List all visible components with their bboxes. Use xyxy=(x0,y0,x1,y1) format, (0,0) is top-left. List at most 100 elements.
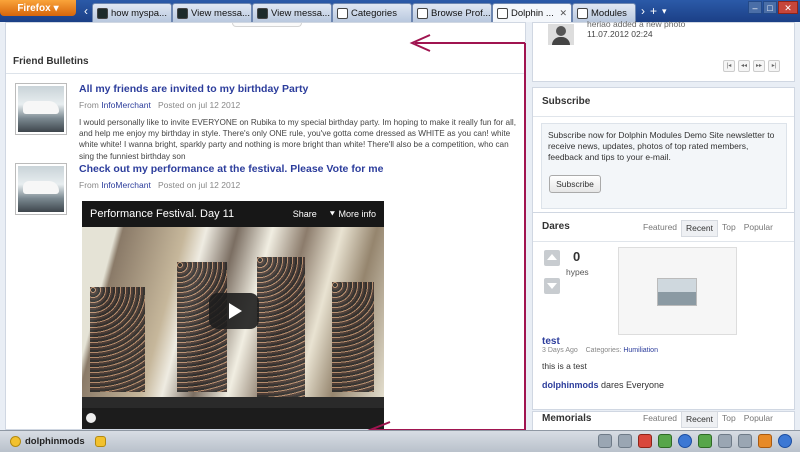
prev-page-icon[interactable]: ◂◂ xyxy=(738,60,750,72)
tab-recent[interactable]: Recent xyxy=(681,411,718,428)
folder-icon[interactable] xyxy=(598,434,612,448)
dare-user-link[interactable]: dolphinmods xyxy=(542,380,599,390)
alert-icon[interactable] xyxy=(638,434,652,448)
tab-popular[interactable]: Popular xyxy=(740,411,777,428)
status-emoticon-icon[interactable] xyxy=(94,436,106,447)
page-favicon-icon xyxy=(577,7,588,19)
video-share-button[interactable]: Share xyxy=(293,209,317,219)
posted-date: Posted on jul 12 2012 xyxy=(157,180,241,190)
video-header: Performance Festival. Day 11 Share ⯆ Mor… xyxy=(82,201,384,227)
section-divider xyxy=(6,73,525,74)
crowd-image xyxy=(257,257,305,397)
tab-dolphin[interactable]: Dolphin ... ✕ xyxy=(492,3,572,22)
site-favicon-icon xyxy=(177,7,188,19)
video-progress-bar[interactable] xyxy=(82,408,384,429)
bulletin-thumbnail[interactable] xyxy=(15,163,67,215)
tab-label: View messa... xyxy=(271,7,330,19)
dare-thumbnail[interactable] xyxy=(618,247,737,335)
category-link[interactable]: Humiliation xyxy=(623,347,658,354)
user-icon[interactable] xyxy=(678,434,692,448)
tab-label: Browse Prof... xyxy=(431,7,491,19)
hype-label: hypes xyxy=(566,267,589,277)
car-icon[interactable] xyxy=(718,434,732,448)
bulletin-meta: From InfoMerchant Posted on jul 12 2012 xyxy=(79,180,521,190)
tab-browse-profiles[interactable]: Browse Prof... xyxy=(412,3,492,22)
scroll-tabs-right-icon[interactable]: › xyxy=(641,4,645,18)
firefox-menu-button[interactable]: Firefox ▾ xyxy=(0,0,76,16)
new-tab-icon[interactable]: + xyxy=(650,4,657,18)
subscribe-panel: Subscribe now for Dolphin Modules Demo S… xyxy=(541,123,787,209)
subscribe-title: Subscribe xyxy=(542,96,591,107)
smiley-icon xyxy=(10,436,21,447)
maximize-icon[interactable]: □ xyxy=(763,1,777,14)
power-icon[interactable] xyxy=(778,434,792,448)
firefox-button-label: Firefox xyxy=(17,2,51,14)
status-user[interactable]: dolphinmods xyxy=(10,436,106,447)
list-tabs-icon[interactable]: ▾ xyxy=(662,6,667,17)
bulletin-text: I would personally like to invite EVERYO… xyxy=(79,118,517,161)
first-page-icon[interactable]: |◂ xyxy=(723,60,735,72)
notes-icon[interactable] xyxy=(758,434,772,448)
author-link[interactable]: InfoMerchant xyxy=(101,100,151,110)
tab-popular[interactable]: Popular xyxy=(740,220,777,237)
play-icon[interactable] xyxy=(209,293,259,329)
dare-user-line: dolphinmods dares Everyone xyxy=(542,380,664,390)
video-title: Performance Festival. Day 11 xyxy=(90,208,235,220)
video-player[interactable]: Performance Festival. Day 11 Share ⯆ Mor… xyxy=(82,201,384,429)
crowd-image xyxy=(90,287,145,392)
site-favicon-icon xyxy=(257,7,268,19)
categories-label: Categories: xyxy=(585,347,622,354)
dare-title-link[interactable]: test xyxy=(542,336,560,347)
hype-down-icon[interactable] xyxy=(544,278,560,294)
friend-bulletins-panel: Friend Bulletins All my friends are invi… xyxy=(5,22,526,430)
hype-count: 0 xyxy=(573,249,581,264)
minimize-icon[interactable]: – xyxy=(748,1,762,14)
last-page-icon[interactable]: ▸| xyxy=(768,60,780,72)
subscribe-text: Subscribe now for Dolphin Modules Demo S… xyxy=(548,130,775,162)
video-more-info-button[interactable]: ⯆ More info xyxy=(329,209,376,220)
bulletin-thumbnail[interactable] xyxy=(15,83,67,135)
dares-tabs: Featured Recent Top Popular xyxy=(639,220,777,237)
bulletin-title-link[interactable]: Check out my performance at the festival… xyxy=(79,163,521,175)
from-label: From xyxy=(79,100,99,110)
bulletin-title-link[interactable]: All my friends are invited to my birthda… xyxy=(79,83,521,95)
chevron-down-icon: ▾ xyxy=(53,2,59,14)
window-controls: – □ ✕ xyxy=(748,1,798,14)
addon-status-bar: dolphinmods xyxy=(0,430,800,452)
page-favicon-icon xyxy=(417,7,428,19)
more-info-label: More info xyxy=(338,208,376,219)
tab-top[interactable]: Top xyxy=(718,220,740,237)
tab-recent[interactable]: Recent xyxy=(681,220,718,237)
hype-up-icon[interactable] xyxy=(544,250,560,266)
document-icon[interactable] xyxy=(618,434,632,448)
close-tab-icon[interactable]: ✕ xyxy=(559,8,567,19)
tab-featured[interactable]: Featured xyxy=(639,411,681,428)
next-page-icon[interactable]: ▸▸ xyxy=(753,60,765,72)
users-icon[interactable] xyxy=(658,434,672,448)
avatar[interactable] xyxy=(548,24,574,45)
tab-categories[interactable]: Categories xyxy=(332,3,412,22)
dares-box: Dares Featured Recent Top Popular 0 hype… xyxy=(532,212,795,410)
image-placeholder-icon xyxy=(657,278,697,306)
close-window-icon[interactable]: ✕ xyxy=(778,1,798,14)
author-link[interactable]: InfoMerchant xyxy=(101,180,151,190)
tab-top[interactable]: Top xyxy=(718,411,740,428)
group-icon[interactable] xyxy=(698,434,712,448)
settings-icon[interactable] xyxy=(738,434,752,448)
tab-view-messages-1[interactable]: View messa... xyxy=(172,3,252,22)
status-username: dolphinmods xyxy=(25,436,85,447)
scroll-tabs-left-icon[interactable]: ‹ xyxy=(80,4,92,18)
section-divider xyxy=(533,241,794,242)
subscribe-button[interactable]: Subscribe xyxy=(549,175,601,193)
memorials-title: Memorials xyxy=(542,413,592,424)
memorials-tabs: Featured Recent Top Popular xyxy=(639,411,777,428)
seek-handle[interactable] xyxy=(86,413,96,423)
tab-label: View messa... xyxy=(191,7,250,19)
tab-how-myspace[interactable]: how myspa... xyxy=(92,3,172,22)
tab-view-messages-2[interactable]: View messa... xyxy=(252,3,332,22)
crowd-image xyxy=(332,282,374,392)
friend-bulletins-title: Friend Bulletins xyxy=(13,56,89,67)
tab-featured[interactable]: Featured xyxy=(639,220,681,237)
right-sidebar: heriao added a new photo 11.07.2012 02:2… xyxy=(532,19,795,451)
activity-text: heriao added a new photo xyxy=(587,19,686,29)
